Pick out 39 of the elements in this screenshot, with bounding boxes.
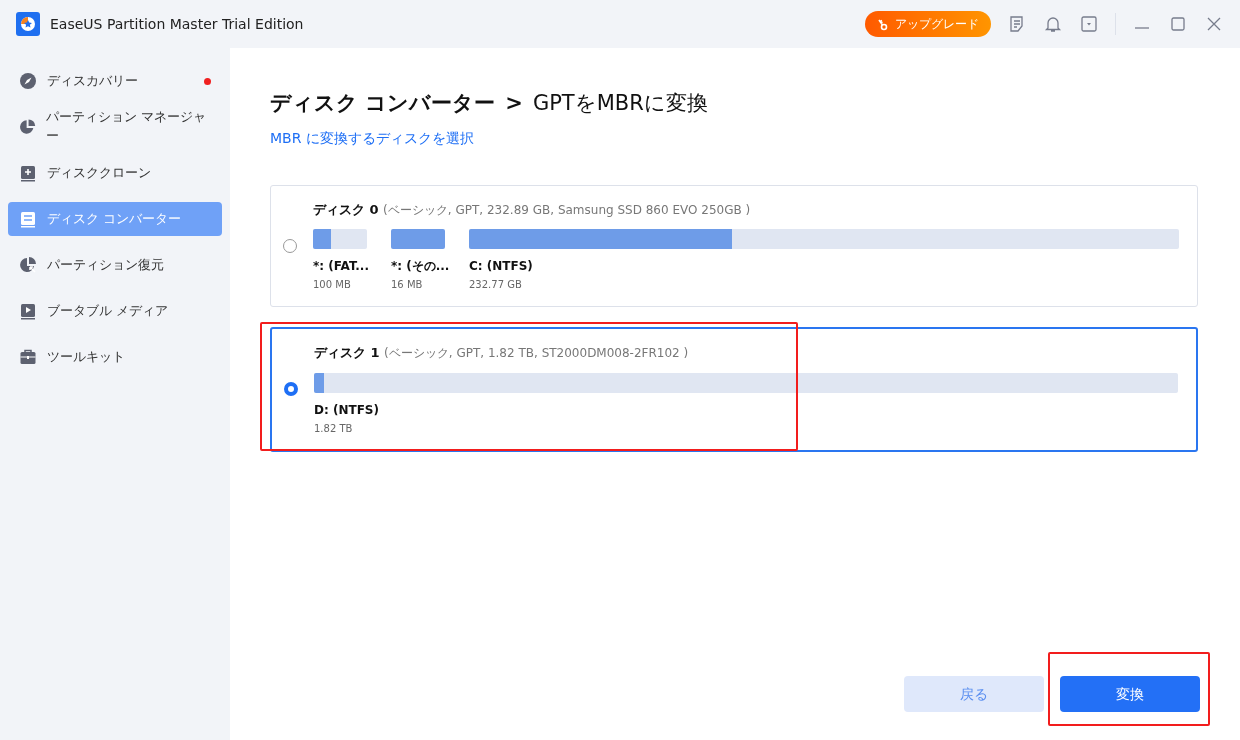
partition-label: C: (NTFS) <box>469 258 534 275</box>
sidebar-item[interactable]: ツールキット <box>8 340 222 374</box>
disk-play-icon <box>19 302 37 320</box>
key-icon <box>877 17 889 31</box>
disk-card[interactable]: ディスク 0 (ベーシック, GPT, 232.89 GB, Samsung SSD 860 EVO 250GB ) *: (FAT... 100 MB *: (その... 16 MB C: (NTFS) 232.77 GB <box>270 184 1198 307</box>
partition-size: 16 MB <box>391 278 424 292</box>
maximize-icon[interactable] <box>1168 14 1188 34</box>
partition-bar <box>313 229 367 249</box>
compass-icon <box>19 72 37 90</box>
partition-bar <box>391 229 445 249</box>
sidebar-item[interactable]: ディスカバリー <box>8 64 222 98</box>
sidebar-item[interactable]: ディスククローン <box>8 156 222 190</box>
disk-card[interactable]: ディスク 1 (ベーシック, GPT, 1.82 TB, ST2000DM008-2FR102 ) D: (NTFS) 1.82 TB <box>270 327 1198 452</box>
bell-icon[interactable] <box>1043 14 1063 34</box>
pie-chart-icon <box>19 118 37 136</box>
pie-chart-arrow-icon <box>19 256 37 274</box>
window-title: EaseUS Partition Master Trial Edition <box>50 14 304 34</box>
partition-size: 232.77 GB <box>469 278 523 292</box>
sidebar-item[interactable]: パーティション復元 <box>8 248 222 282</box>
partition-label: *: (FAT... <box>313 258 367 275</box>
disk-title: ディスク 0 (ベーシック, GPT, 232.89 GB, Samsung SSD 860 EVO 250GB ) <box>313 200 752 219</box>
app-logo-icon <box>16 12 40 36</box>
breadcrumb-text: ディスク コンバーター <box>270 90 496 117</box>
partition-size: 1.82 TB <box>314 421 354 436</box>
toolbox-icon <box>19 348 37 366</box>
convert-button[interactable]: 変換 <box>1060 676 1200 712</box>
partition-label: D: (NTFS) <box>314 401 380 419</box>
sidebar-item[interactable]: パーティション マネージャー <box>8 110 222 144</box>
radio-button[interactable] <box>283 238 297 253</box>
subtitle: MBR に変換するディスクを選択 <box>270 128 475 148</box>
partition-size: 100 MB <box>313 278 352 292</box>
sidebar-item[interactable]: ブータブル メディア <box>8 294 222 328</box>
breadcrumb-text: GPTをMBRに変換 <box>532 90 708 117</box>
radio-button[interactable] <box>284 382 298 397</box>
disk-convert-icon <box>19 210 37 228</box>
disk-plus-icon <box>19 164 37 182</box>
dropdown-icon[interactable] <box>1079 14 1099 34</box>
disk-title: ディスク 1 (ベーシック, GPT, 1.82 TB, ST2000DM008-2FR102 ) <box>314 344 690 362</box>
breadcrumb-text: > <box>505 90 523 117</box>
